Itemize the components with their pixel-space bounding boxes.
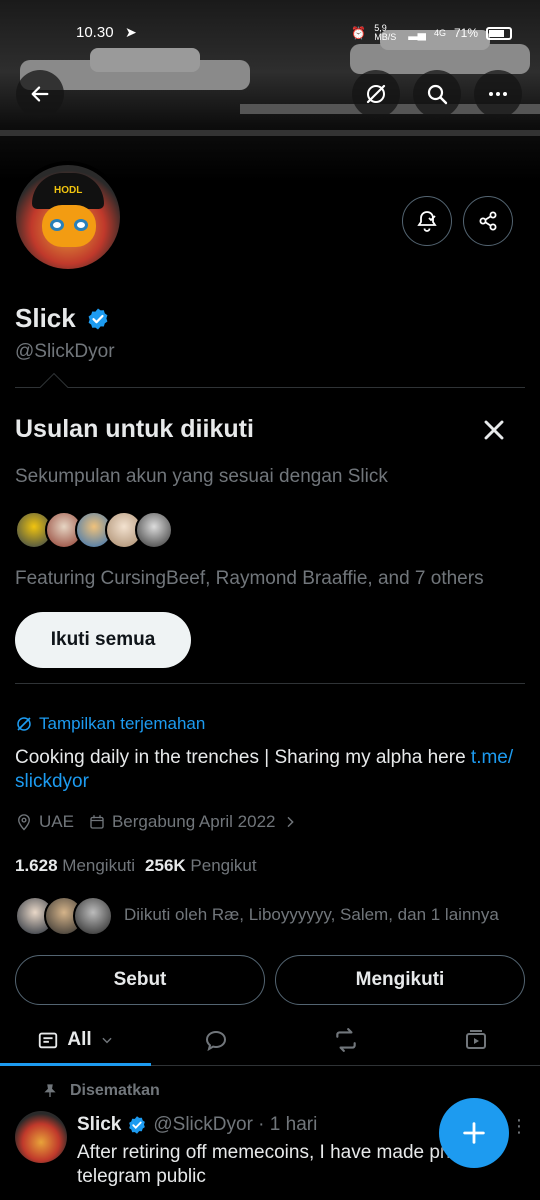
compose-button[interactable] bbox=[439, 1098, 509, 1168]
tab-media[interactable] bbox=[411, 1014, 540, 1066]
pinned-text: Disematkan bbox=[70, 1082, 160, 1099]
tweet-avatar[interactable] bbox=[15, 1111, 67, 1163]
network-type: 4G bbox=[433, 28, 446, 38]
close-icon[interactable] bbox=[478, 414, 510, 446]
network-speed: 5,9 MB/S bbox=[374, 23, 397, 42]
notify-button[interactable] bbox=[402, 196, 452, 246]
more-button[interactable] bbox=[474, 70, 522, 118]
arrow-left-icon bbox=[31, 86, 49, 102]
calendar-icon bbox=[90, 815, 104, 829]
more-icon bbox=[489, 92, 507, 96]
avatar-eye-left bbox=[50, 219, 64, 231]
translate-icon bbox=[17, 717, 31, 731]
profile-bio: Cooking daily in the trenches | Sharing … bbox=[15, 746, 525, 794]
plus-icon bbox=[463, 1122, 485, 1144]
avatar-hodl-text: HODL bbox=[54, 185, 83, 196]
following-button[interactable]: Mengikuti bbox=[275, 955, 525, 1005]
tab-all[interactable]: All bbox=[0, 1014, 151, 1066]
pinned-label: Disematkan bbox=[42, 1082, 160, 1100]
telegram-icon: ➤ bbox=[125, 24, 137, 40]
suggestions-caret bbox=[39, 372, 69, 402]
back-button[interactable] bbox=[16, 70, 64, 118]
share-button[interactable] bbox=[463, 196, 513, 246]
suggestions-divider-bottom bbox=[15, 683, 525, 684]
share-icon bbox=[479, 211, 497, 231]
search-button[interactable] bbox=[413, 70, 461, 118]
timeline-icon bbox=[39, 1032, 58, 1049]
following-stat[interactable]: 1.628 Mengikuti bbox=[15, 856, 135, 876]
tab-reposts[interactable] bbox=[281, 1014, 411, 1066]
suggestions-description: Sekumpulan akun yang sesuai dengan Slick bbox=[15, 466, 388, 487]
suggestions-title: Usulan untuk diikuti bbox=[15, 415, 254, 443]
tab-active-indicator bbox=[0, 1063, 151, 1066]
mention-button[interactable]: Sebut bbox=[15, 955, 265, 1005]
suggestions-divider-top bbox=[15, 387, 525, 388]
translate-link[interactable]: Tampilkan terjemahan bbox=[15, 714, 205, 734]
suggested-avatars[interactable] bbox=[15, 511, 175, 551]
profile-tabs: All bbox=[0, 1014, 540, 1066]
repost-icon bbox=[336, 1028, 356, 1052]
tweet-author[interactable]: Slick bbox=[77, 1114, 121, 1136]
battery-percent: 71% bbox=[453, 26, 478, 40]
tweet-text[interactable]: After retiring off memecoins, I have mad… bbox=[77, 1141, 487, 1189]
verified-badge-icon bbox=[129, 1116, 146, 1134]
alarm-icon: ⏰ bbox=[351, 26, 367, 40]
tweet-handle-time: @SlickDyor · 1 hari bbox=[153, 1114, 318, 1135]
profile-handle: @SlickDyor bbox=[15, 341, 115, 362]
joined-text: Bergabung April 2022 bbox=[111, 812, 276, 831]
search-icon bbox=[427, 84, 448, 105]
banner-cloud bbox=[90, 48, 200, 72]
chevron-down-icon[interactable] bbox=[100, 1033, 114, 1047]
follow-all-button[interactable]: Ikuti semua bbox=[15, 612, 191, 668]
location-text: UAE bbox=[39, 812, 74, 831]
chevron-right-icon[interactable] bbox=[282, 814, 298, 830]
banner-cloud bbox=[0, 130, 540, 136]
bio-text: Cooking daily in the trenches | Sharing … bbox=[15, 747, 471, 768]
verified-badge-icon bbox=[88, 308, 108, 330]
media-icon bbox=[465, 1030, 486, 1049]
signal-icon: ▂▄ bbox=[408, 26, 426, 40]
profile-avatar[interactable]: HODL bbox=[12, 161, 124, 273]
suggested-avatar[interactable] bbox=[135, 511, 173, 549]
grok-icon bbox=[366, 84, 386, 104]
tweet-more-icon[interactable]: ⋮ bbox=[510, 1116, 528, 1137]
reply-icon bbox=[205, 1030, 227, 1052]
suggestions-featuring: Featuring CursingBeef, Raymond Braaffie,… bbox=[15, 568, 484, 589]
grok-button[interactable] bbox=[352, 70, 400, 118]
followed-by-text[interactable]: Diikuti oleh Ræ, Liboyyyyyy, Salem, dan … bbox=[124, 905, 499, 925]
status-icons: ⏰ 5,9 MB/S ▂▄ 4G 71% bbox=[351, 24, 512, 42]
pin-icon bbox=[44, 1084, 56, 1097]
tab-replies[interactable] bbox=[151, 1014, 281, 1066]
tweet-header: Slick @SlickDyor · 1 hari bbox=[77, 1114, 317, 1136]
followers-stat[interactable]: 256K Pengikut bbox=[145, 856, 257, 876]
avatar-eye-right bbox=[74, 219, 88, 231]
status-bar: 10.30 ➤ ⏰ 5,9 MB/S ▂▄ 4G 71% bbox=[0, 20, 540, 46]
profile-stats: 1.628 Mengikuti 256K Pengikut bbox=[15, 856, 257, 876]
location-icon bbox=[18, 814, 30, 831]
tab-all-label: All bbox=[67, 1029, 92, 1050]
bell-check-icon bbox=[417, 211, 437, 232]
followed-by-avatar[interactable] bbox=[73, 896, 113, 936]
profile-meta: UAE Bergabung April 2022 bbox=[15, 812, 298, 832]
status-time: 10.30 bbox=[76, 24, 114, 41]
translate-label[interactable]: Tampilkan terjemahan bbox=[39, 714, 205, 734]
profile-name: Slick bbox=[15, 303, 76, 333]
battery-icon bbox=[486, 26, 512, 40]
